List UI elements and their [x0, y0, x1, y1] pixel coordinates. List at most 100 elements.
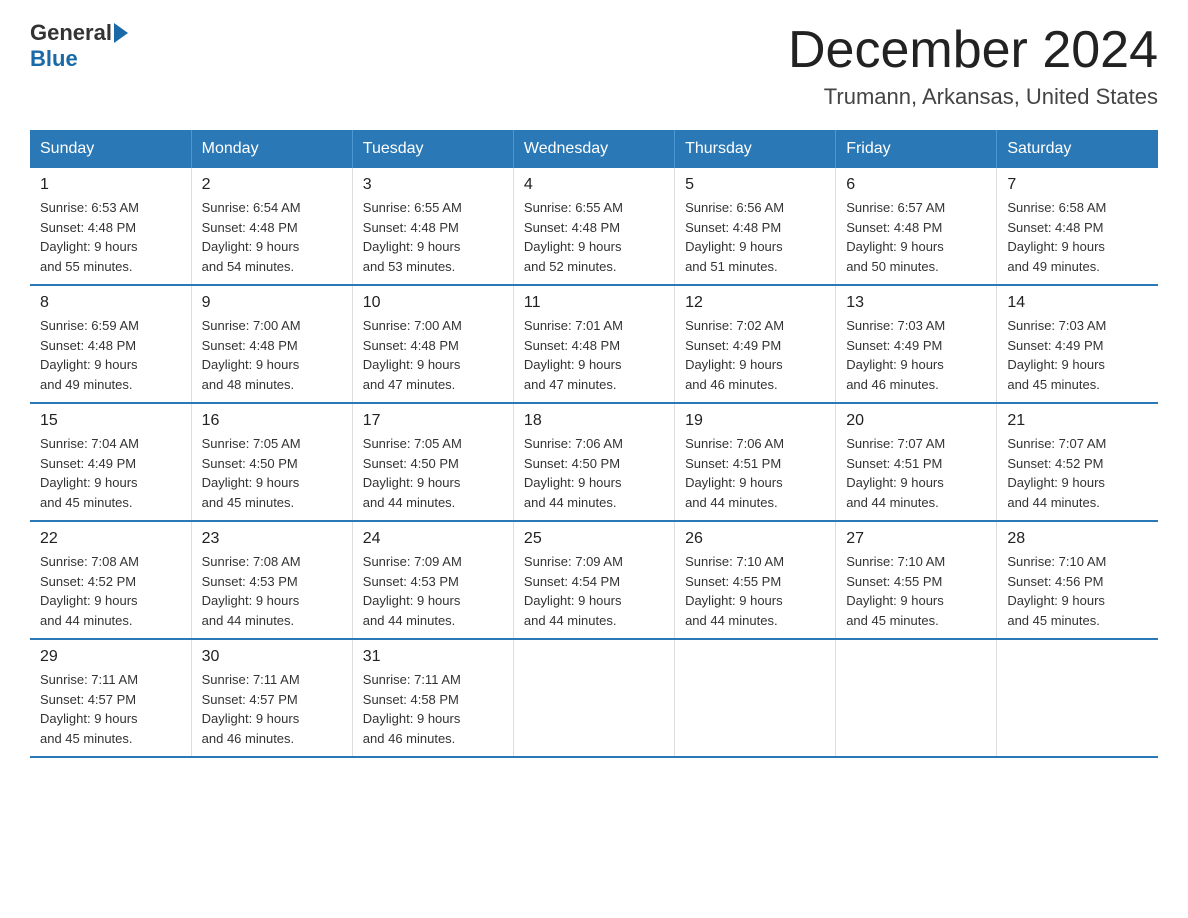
day-number: 19	[685, 412, 825, 430]
day-info: Sunrise: 7:03 AM Sunset: 4:49 PM Dayligh…	[1007, 316, 1148, 394]
day-info: Sunrise: 6:54 AM Sunset: 4:48 PM Dayligh…	[202, 198, 342, 276]
calendar-cell: 24 Sunrise: 7:09 AM Sunset: 4:53 PM Dayl…	[352, 521, 513, 639]
calendar-cell: 10 Sunrise: 7:00 AM Sunset: 4:48 PM Dayl…	[352, 285, 513, 403]
day-number: 13	[846, 294, 986, 312]
calendar-cell: 29 Sunrise: 7:11 AM Sunset: 4:57 PM Dayl…	[30, 639, 191, 757]
day-number: 31	[363, 648, 503, 666]
day-number: 17	[363, 412, 503, 430]
calendar-cell: 15 Sunrise: 7:04 AM Sunset: 4:49 PM Dayl…	[30, 403, 191, 521]
day-number: 3	[363, 176, 503, 194]
calendar-cell: 18 Sunrise: 7:06 AM Sunset: 4:50 PM Dayl…	[513, 403, 674, 521]
day-info: Sunrise: 7:11 AM Sunset: 4:57 PM Dayligh…	[202, 670, 342, 748]
logo: General Blue	[30, 20, 130, 72]
logo-arrow-icon	[114, 23, 128, 43]
calendar-cell: 1 Sunrise: 6:53 AM Sunset: 4:48 PM Dayli…	[30, 168, 191, 285]
weekday-header-monday: Monday	[191, 130, 352, 168]
day-info: Sunrise: 7:05 AM Sunset: 4:50 PM Dayligh…	[363, 434, 503, 512]
weekday-header-wednesday: Wednesday	[513, 130, 674, 168]
day-number: 12	[685, 294, 825, 312]
calendar-cell: 16 Sunrise: 7:05 AM Sunset: 4:50 PM Dayl…	[191, 403, 352, 521]
day-number: 4	[524, 176, 664, 194]
day-info: Sunrise: 7:01 AM Sunset: 4:48 PM Dayligh…	[524, 316, 664, 394]
day-number: 10	[363, 294, 503, 312]
logo-general-text: General	[30, 20, 112, 46]
day-number: 26	[685, 530, 825, 548]
weekday-header-friday: Friday	[836, 130, 997, 168]
day-number: 1	[40, 176, 181, 194]
day-number: 16	[202, 412, 342, 430]
day-number: 6	[846, 176, 986, 194]
calendar-week-row: 29 Sunrise: 7:11 AM Sunset: 4:57 PM Dayl…	[30, 639, 1158, 757]
day-number: 15	[40, 412, 181, 430]
calendar-cell: 21 Sunrise: 7:07 AM Sunset: 4:52 PM Dayl…	[997, 403, 1158, 521]
day-info: Sunrise: 7:10 AM Sunset: 4:55 PM Dayligh…	[846, 552, 986, 630]
day-info: Sunrise: 7:03 AM Sunset: 4:49 PM Dayligh…	[846, 316, 986, 394]
day-number: 24	[363, 530, 503, 548]
day-info: Sunrise: 6:55 AM Sunset: 4:48 PM Dayligh…	[363, 198, 503, 276]
calendar-cell: 4 Sunrise: 6:55 AM Sunset: 4:48 PM Dayli…	[513, 168, 674, 285]
calendar-cell	[836, 639, 997, 757]
calendar-cell	[997, 639, 1158, 757]
day-info: Sunrise: 6:58 AM Sunset: 4:48 PM Dayligh…	[1007, 198, 1148, 276]
calendar-cell: 28 Sunrise: 7:10 AM Sunset: 4:56 PM Dayl…	[997, 521, 1158, 639]
day-info: Sunrise: 7:11 AM Sunset: 4:58 PM Dayligh…	[363, 670, 503, 748]
day-info: Sunrise: 7:07 AM Sunset: 4:52 PM Dayligh…	[1007, 434, 1148, 512]
calendar-cell: 3 Sunrise: 6:55 AM Sunset: 4:48 PM Dayli…	[352, 168, 513, 285]
day-info: Sunrise: 7:06 AM Sunset: 4:51 PM Dayligh…	[685, 434, 825, 512]
day-info: Sunrise: 6:59 AM Sunset: 4:48 PM Dayligh…	[40, 316, 181, 394]
calendar-cell: 5 Sunrise: 6:56 AM Sunset: 4:48 PM Dayli…	[675, 168, 836, 285]
day-number: 28	[1007, 530, 1148, 548]
calendar-cell: 6 Sunrise: 6:57 AM Sunset: 4:48 PM Dayli…	[836, 168, 997, 285]
day-number: 22	[40, 530, 181, 548]
calendar-cell: 2 Sunrise: 6:54 AM Sunset: 4:48 PM Dayli…	[191, 168, 352, 285]
day-info: Sunrise: 7:09 AM Sunset: 4:54 PM Dayligh…	[524, 552, 664, 630]
calendar-cell: 25 Sunrise: 7:09 AM Sunset: 4:54 PM Dayl…	[513, 521, 674, 639]
weekday-header-row: SundayMondayTuesdayWednesdayThursdayFrid…	[30, 130, 1158, 168]
day-number: 14	[1007, 294, 1148, 312]
logo-blue-text: Blue	[30, 46, 78, 72]
page-header: General Blue December 2024 Trumann, Arka…	[30, 20, 1158, 110]
day-number: 23	[202, 530, 342, 548]
day-info: Sunrise: 6:53 AM Sunset: 4:48 PM Dayligh…	[40, 198, 181, 276]
calendar-cell: 22 Sunrise: 7:08 AM Sunset: 4:52 PM Dayl…	[30, 521, 191, 639]
calendar-cell: 13 Sunrise: 7:03 AM Sunset: 4:49 PM Dayl…	[836, 285, 997, 403]
day-info: Sunrise: 7:00 AM Sunset: 4:48 PM Dayligh…	[202, 316, 342, 394]
day-info: Sunrise: 6:55 AM Sunset: 4:48 PM Dayligh…	[524, 198, 664, 276]
day-number: 30	[202, 648, 342, 666]
calendar-cell: 14 Sunrise: 7:03 AM Sunset: 4:49 PM Dayl…	[997, 285, 1158, 403]
day-number: 18	[524, 412, 664, 430]
day-info: Sunrise: 6:57 AM Sunset: 4:48 PM Dayligh…	[846, 198, 986, 276]
day-info: Sunrise: 7:00 AM Sunset: 4:48 PM Dayligh…	[363, 316, 503, 394]
day-number: 5	[685, 176, 825, 194]
title-block: December 2024 Trumann, Arkansas, United …	[788, 20, 1158, 110]
calendar-cell: 8 Sunrise: 6:59 AM Sunset: 4:48 PM Dayli…	[30, 285, 191, 403]
day-info: Sunrise: 7:08 AM Sunset: 4:52 PM Dayligh…	[40, 552, 181, 630]
calendar-cell: 7 Sunrise: 6:58 AM Sunset: 4:48 PM Dayli…	[997, 168, 1158, 285]
calendar-cell: 20 Sunrise: 7:07 AM Sunset: 4:51 PM Dayl…	[836, 403, 997, 521]
calendar-cell: 26 Sunrise: 7:10 AM Sunset: 4:55 PM Dayl…	[675, 521, 836, 639]
calendar-cell: 19 Sunrise: 7:06 AM Sunset: 4:51 PM Dayl…	[675, 403, 836, 521]
month-title: December 2024	[788, 20, 1158, 80]
day-info: Sunrise: 7:02 AM Sunset: 4:49 PM Dayligh…	[685, 316, 825, 394]
day-info: Sunrise: 7:11 AM Sunset: 4:57 PM Dayligh…	[40, 670, 181, 748]
weekday-header-tuesday: Tuesday	[352, 130, 513, 168]
day-number: 27	[846, 530, 986, 548]
calendar-cell: 12 Sunrise: 7:02 AM Sunset: 4:49 PM Dayl…	[675, 285, 836, 403]
calendar-cell: 11 Sunrise: 7:01 AM Sunset: 4:48 PM Dayl…	[513, 285, 674, 403]
day-number: 8	[40, 294, 181, 312]
calendar-cell: 9 Sunrise: 7:00 AM Sunset: 4:48 PM Dayli…	[191, 285, 352, 403]
day-info: Sunrise: 7:09 AM Sunset: 4:53 PM Dayligh…	[363, 552, 503, 630]
day-info: Sunrise: 7:06 AM Sunset: 4:50 PM Dayligh…	[524, 434, 664, 512]
day-number: 9	[202, 294, 342, 312]
day-number: 11	[524, 294, 664, 312]
calendar-cell	[513, 639, 674, 757]
day-info: Sunrise: 6:56 AM Sunset: 4:48 PM Dayligh…	[685, 198, 825, 276]
day-info: Sunrise: 7:10 AM Sunset: 4:56 PM Dayligh…	[1007, 552, 1148, 630]
weekday-header-thursday: Thursday	[675, 130, 836, 168]
weekday-header-sunday: Sunday	[30, 130, 191, 168]
day-number: 21	[1007, 412, 1148, 430]
day-info: Sunrise: 7:04 AM Sunset: 4:49 PM Dayligh…	[40, 434, 181, 512]
calendar-cell	[675, 639, 836, 757]
calendar-week-row: 8 Sunrise: 6:59 AM Sunset: 4:48 PM Dayli…	[30, 285, 1158, 403]
day-number: 25	[524, 530, 664, 548]
